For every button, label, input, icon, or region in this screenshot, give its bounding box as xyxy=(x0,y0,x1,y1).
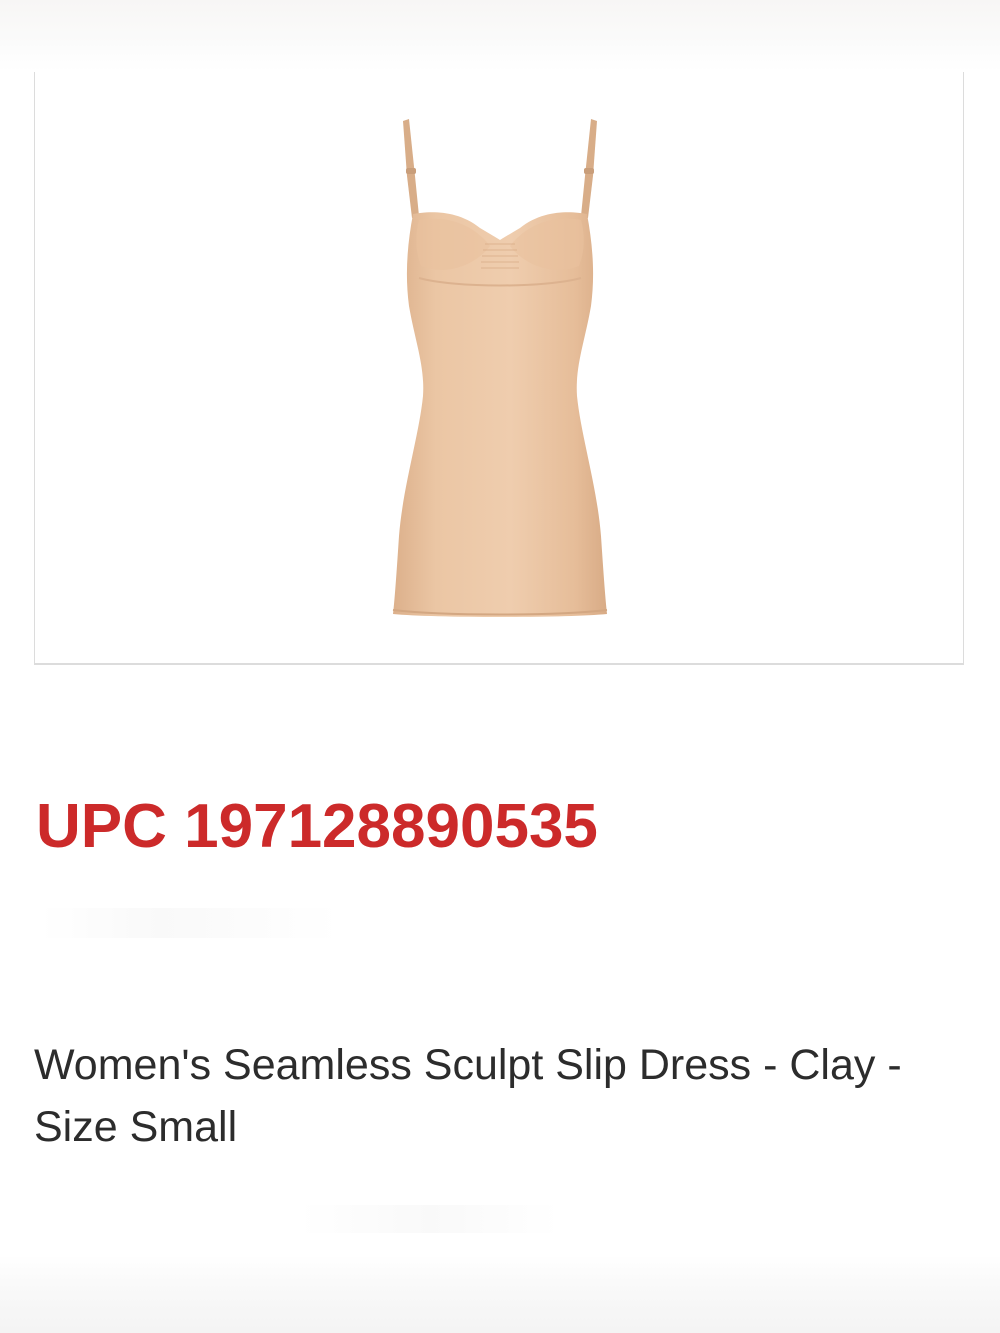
faded-text-placeholder-2 xyxy=(300,1205,560,1233)
faded-text-placeholder xyxy=(40,908,340,938)
top-fade-overlay xyxy=(0,0,1000,72)
product-image-frame xyxy=(34,72,964,665)
dress-body xyxy=(393,212,607,617)
upc-code: UPC 197128890535 xyxy=(36,792,598,861)
bottom-fade-overlay xyxy=(0,1255,1000,1333)
product-image xyxy=(392,119,608,617)
product-title: Women's Seamless Sculpt Slip Dress - Cla… xyxy=(34,1041,902,1151)
